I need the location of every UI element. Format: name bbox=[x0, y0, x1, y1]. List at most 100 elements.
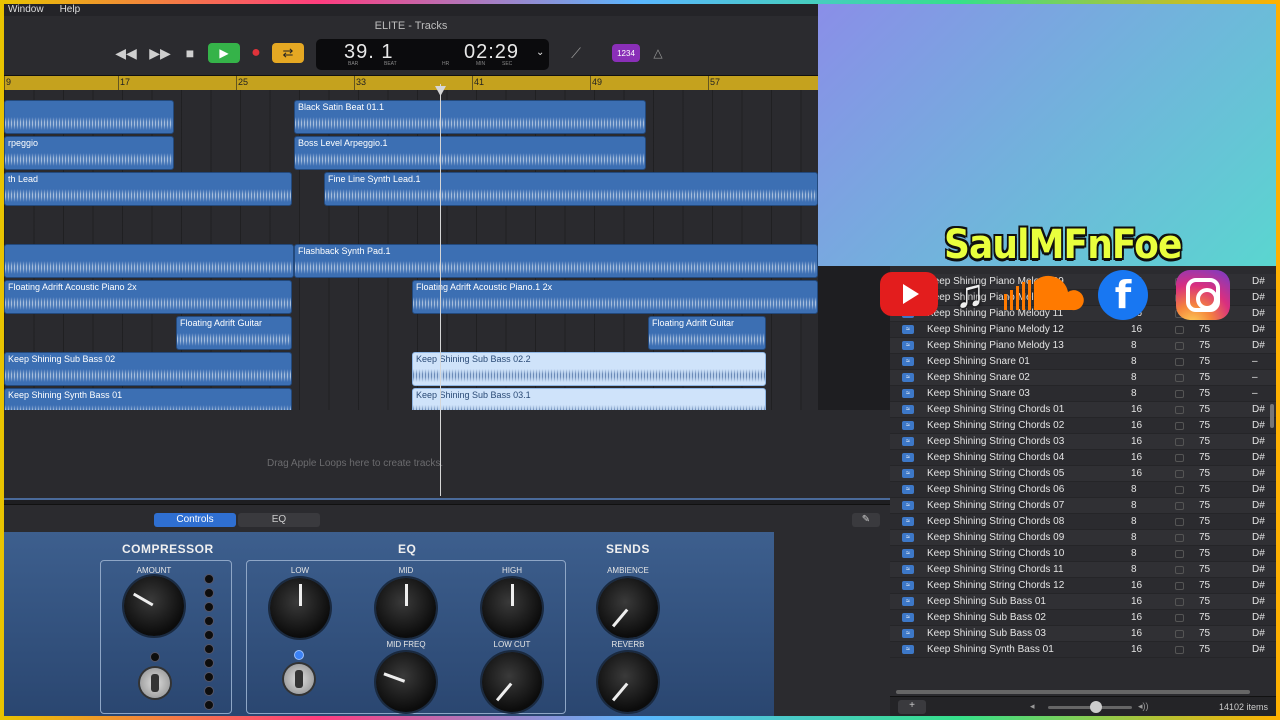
low-cut-knob[interactable] bbox=[482, 652, 542, 712]
high-knob[interactable] bbox=[482, 578, 542, 638]
pencil-icon[interactable]: ✎ bbox=[852, 513, 880, 527]
favorite-checkbox[interactable] bbox=[1175, 358, 1184, 366]
menu-help[interactable]: Help bbox=[60, 4, 81, 16]
stop-icon[interactable]: ■ bbox=[180, 44, 200, 62]
timeline-ruler[interactable]: 9 17 25 33 41 49 57 bbox=[4, 76, 818, 90]
favorite-checkbox[interactable] bbox=[1175, 326, 1184, 334]
vertical-scrollbar[interactable] bbox=[1270, 404, 1274, 428]
menu-window[interactable]: Window bbox=[8, 4, 44, 16]
loop-tempo: 75 bbox=[1199, 372, 1211, 383]
region[interactable] bbox=[4, 244, 294, 278]
favorite-checkbox[interactable] bbox=[1175, 646, 1184, 654]
cycle-icon[interactable]: ⇄ bbox=[272, 43, 304, 63]
loop-key: D# bbox=[1252, 484, 1265, 495]
favorite-checkbox[interactable] bbox=[1175, 502, 1184, 510]
loop-row[interactable]: ≈ Keep Shining String Chords 03 16 75 D# bbox=[890, 434, 1276, 450]
favorite-checkbox[interactable] bbox=[1175, 422, 1184, 430]
region[interactable] bbox=[4, 100, 174, 134]
favorite-checkbox[interactable] bbox=[1175, 470, 1184, 478]
region[interactable]: Keep Shining Synth Bass 01 bbox=[4, 388, 292, 410]
favorite-checkbox[interactable] bbox=[1175, 518, 1184, 526]
loop-key: D# bbox=[1252, 324, 1265, 335]
favorite-checkbox[interactable] bbox=[1175, 566, 1184, 574]
favorite-checkbox[interactable] bbox=[1175, 534, 1184, 542]
region-selected[interactable]: Keep Shining Sub Bass 02.2 bbox=[412, 352, 766, 386]
fast-forward-icon[interactable]: ▶▶ bbox=[148, 44, 172, 62]
loop-row[interactable]: ≈ Keep Shining String Chords 12 16 75 D# bbox=[890, 578, 1276, 594]
region[interactable]: Floating Adrift Guitar bbox=[176, 316, 292, 350]
favorite-checkbox[interactable] bbox=[1175, 406, 1184, 414]
loop-row[interactable]: ≈ Keep Shining String Chords 11 8 75 D# bbox=[890, 562, 1276, 578]
tab-controls[interactable]: Controls bbox=[154, 513, 236, 527]
region[interactable]: Fine Line Synth Lead.1 bbox=[324, 172, 818, 206]
tab-eq[interactable]: EQ bbox=[238, 513, 320, 527]
loop-row[interactable]: ≈ Keep Shining Synth Bass 01 16 75 D# bbox=[890, 642, 1276, 658]
horizontal-scrollbar[interactable] bbox=[896, 690, 1250, 694]
loop-row[interactable]: ≈ Keep Shining String Chords 01 16 75 D# bbox=[890, 402, 1276, 418]
loop-row[interactable]: ≈ Keep Shining Snare 02 8 75 – bbox=[890, 370, 1276, 386]
loop-row[interactable]: ≈ Keep Shining Sub Bass 03 16 75 D# bbox=[890, 626, 1276, 642]
loop-row[interactable]: ≈ Keep Shining String Chords 10 8 75 D# bbox=[890, 546, 1276, 562]
volume-high-icon: ◂)) bbox=[1138, 701, 1149, 711]
favorite-checkbox[interactable] bbox=[1175, 614, 1184, 622]
playhead[interactable] bbox=[440, 84, 441, 496]
mid-knob[interactable] bbox=[376, 578, 436, 638]
mid-freq-knob[interactable] bbox=[376, 652, 436, 712]
region[interactable]: rpeggio bbox=[4, 136, 174, 170]
favorite-checkbox[interactable] bbox=[1175, 598, 1184, 606]
lcd-display[interactable]: 39. 1 BAR BEAT 02:29 HR MIN SEC ⌄ bbox=[316, 39, 549, 70]
tracks-area[interactable]: Black Satin Beat 01.1 rpeggio Boss Level… bbox=[4, 90, 818, 410]
preview-volume-thumb[interactable] bbox=[1090, 701, 1102, 713]
loop-row[interactable]: ≈ Keep Shining Sub Bass 01 16 75 D# bbox=[890, 594, 1276, 610]
region[interactable]: Black Satin Beat 01.1 bbox=[294, 100, 646, 134]
favorite-checkbox[interactable] bbox=[1175, 630, 1184, 638]
region[interactable]: Keep Shining Sub Bass 02 bbox=[4, 352, 292, 386]
loop-key: D# bbox=[1252, 308, 1265, 319]
favorite-checkbox[interactable] bbox=[1175, 582, 1184, 590]
region[interactable]: Flashback Synth Pad.1 bbox=[294, 244, 818, 278]
favorite-checkbox[interactable] bbox=[1175, 374, 1184, 382]
amount-knob[interactable] bbox=[124, 576, 184, 636]
record-icon[interactable]: ● bbox=[246, 44, 266, 62]
play-icon[interactable]: ▶ bbox=[208, 43, 240, 63]
empty-track-drop-area[interactable]: Drag Apple Loops here to create tracks. bbox=[4, 410, 890, 500]
loop-row[interactable]: ≈ Keep Shining String Chords 09 8 75 D# bbox=[890, 530, 1276, 546]
favorite-checkbox[interactable] bbox=[1175, 438, 1184, 446]
loop-row[interactable]: ≈ Keep Shining String Chords 08 8 75 D# bbox=[890, 514, 1276, 530]
loop-row[interactable]: ≈ Keep Shining Snare 01 8 75 – bbox=[890, 354, 1276, 370]
add-icon[interactable]: + bbox=[898, 700, 926, 714]
loop-row[interactable]: ≈ Keep Shining String Chords 02 16 75 D# bbox=[890, 418, 1276, 434]
region[interactable]: Floating Adrift Acoustic Piano 2x bbox=[4, 280, 292, 314]
loop-row[interactable]: ≈ Keep Shining String Chords 05 16 75 D# bbox=[890, 466, 1276, 482]
region[interactable]: Floating Adrift Guitar bbox=[648, 316, 766, 350]
favorite-checkbox[interactable] bbox=[1175, 342, 1184, 350]
loop-row[interactable]: ≈ Keep Shining Piano Melody 13 8 75 D# bbox=[890, 338, 1276, 354]
compressor-toggle[interactable] bbox=[140, 668, 170, 698]
loop-key: D# bbox=[1252, 404, 1265, 415]
region-label: Floating Adrift Guitar bbox=[180, 318, 263, 328]
low-knob[interactable] bbox=[270, 578, 330, 638]
region-selected[interactable]: Keep Shining Sub Bass 03.1 bbox=[412, 388, 766, 410]
reverb-knob[interactable] bbox=[598, 652, 658, 712]
loop-tempo: 75 bbox=[1199, 564, 1211, 575]
favorite-checkbox[interactable] bbox=[1175, 390, 1184, 398]
eq-toggle[interactable] bbox=[284, 664, 314, 694]
loop-row[interactable]: ≈ Keep Shining Sub Bass 02 16 75 D# bbox=[890, 610, 1276, 626]
region[interactable]: Boss Level Arpeggio.1 bbox=[294, 136, 646, 170]
count-in-button[interactable]: 1234 bbox=[612, 44, 640, 62]
favorite-checkbox[interactable] bbox=[1175, 550, 1184, 558]
rewind-icon[interactable]: ◀◀ bbox=[114, 44, 138, 62]
loop-row[interactable]: ≈ Keep Shining String Chords 04 16 75 D# bbox=[890, 450, 1276, 466]
favorite-checkbox[interactable] bbox=[1175, 454, 1184, 462]
favorite-checkbox[interactable] bbox=[1175, 486, 1184, 494]
region[interactable]: Floating Adrift Acoustic Piano.1 2x bbox=[412, 280, 818, 314]
loop-row[interactable]: ≈ Keep Shining String Chords 06 8 75 D# bbox=[890, 482, 1276, 498]
loop-row[interactable]: ≈ Keep Shining Piano Melody 12 16 75 D# bbox=[890, 322, 1276, 338]
loop-row[interactable]: ≈ Keep Shining String Chords 07 8 75 D# bbox=[890, 498, 1276, 514]
loop-row[interactable]: ≈ Keep Shining Snare 03 8 75 – bbox=[890, 386, 1276, 402]
region[interactable]: th Lead bbox=[4, 172, 292, 206]
ambience-knob[interactable] bbox=[598, 578, 658, 638]
metronome-icon[interactable]: △ bbox=[648, 44, 668, 62]
tuner-icon[interactable]: ⟋ bbox=[566, 44, 586, 62]
chevron-down-icon[interactable]: ⌄ bbox=[536, 47, 544, 58]
